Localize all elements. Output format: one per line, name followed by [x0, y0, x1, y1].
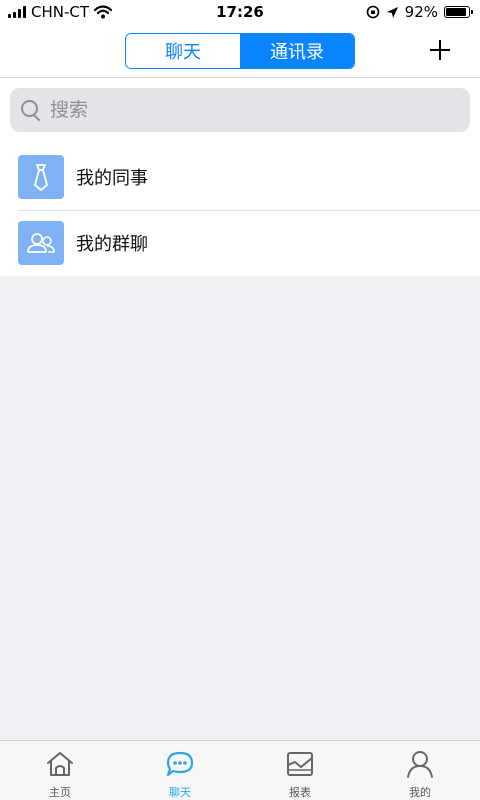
tab-label: 主页: [49, 786, 71, 799]
home-icon: [47, 752, 73, 776]
tab-label: 报表: [289, 786, 311, 799]
battery-fill: [446, 8, 467, 16]
group-icon: [27, 233, 55, 253]
chat-icon: [166, 751, 194, 777]
tab-home[interactable]: 主页: [0, 741, 120, 800]
profile-icon: [407, 751, 433, 778]
tab-contacts-segment[interactable]: 通讯录: [240, 34, 354, 68]
plus-icon[interactable]: [428, 38, 452, 62]
tab-chat-segment[interactable]: 聊天: [126, 34, 240, 68]
search-input[interactable]: [50, 99, 450, 121]
battery-percent: 92%: [404, 3, 438, 21]
search-icon: [20, 99, 42, 121]
list-item-colleagues[interactable]: 我的同事: [0, 144, 480, 210]
report-icon: [287, 752, 313, 776]
battery-icon: [444, 6, 473, 18]
tie-icon: [34, 164, 48, 191]
contact-groups-list: 我的同事 我的群聊: [0, 144, 480, 276]
bottom-tab-bar: 主页 聊天 报表 我的: [0, 740, 480, 800]
segmented-control: 聊天 通讯录: [125, 33, 355, 69]
list-item-label: 我的群聊: [76, 234, 148, 255]
location-icon: [386, 6, 398, 18]
tab-report[interactable]: 报表: [240, 741, 360, 800]
tab-label: 我的: [409, 786, 431, 799]
colleagues-avatar: [18, 155, 64, 199]
status-bar: CHN-CT 17:26 92%: [0, 0, 480, 24]
tab-label: 聊天: [169, 786, 191, 799]
search-bar[interactable]: [10, 88, 470, 132]
tab-chat[interactable]: 聊天: [120, 741, 240, 800]
list-item-label: 我的同事: [76, 168, 148, 189]
orientation-lock-icon: [366, 5, 379, 19]
tab-profile[interactable]: 我的: [360, 741, 480, 800]
status-right: 92%: [366, 3, 473, 21]
nav-bar: 聊天 通讯录: [0, 24, 480, 78]
list-item-groups[interactable]: 我的群聊: [0, 210, 480, 276]
groups-avatar: [18, 221, 64, 265]
search-section: [0, 78, 480, 144]
